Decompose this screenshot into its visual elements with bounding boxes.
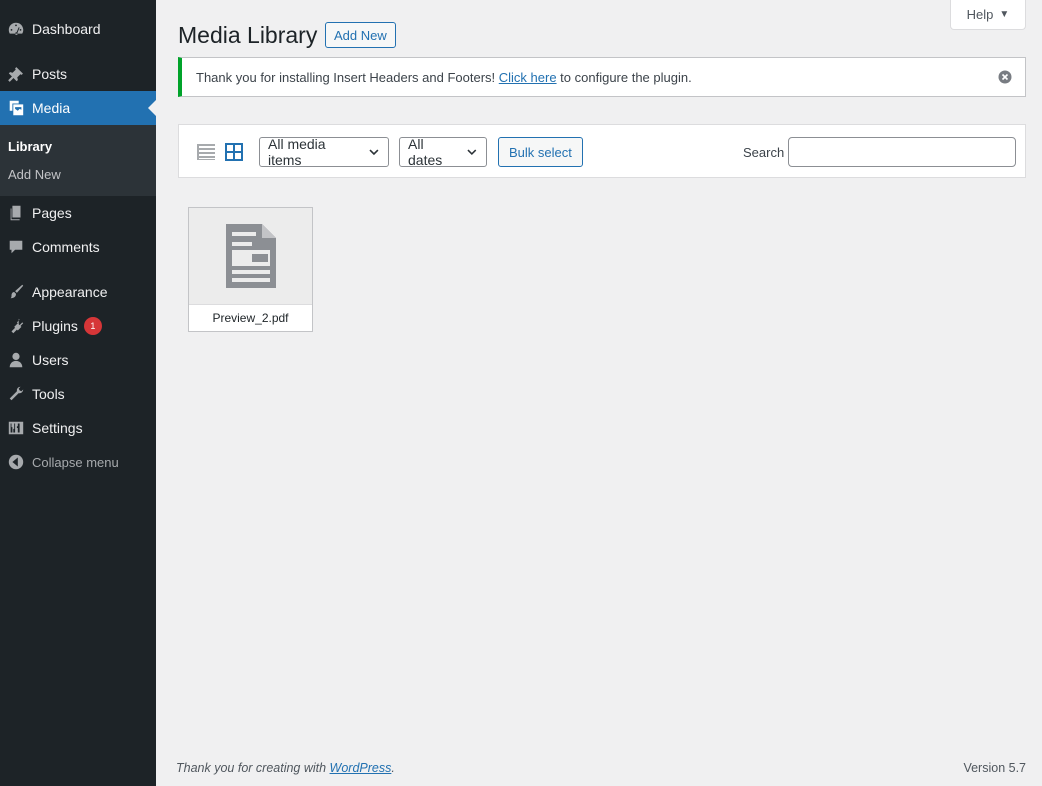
sidebar-item-dashboard[interactable]: Dashboard bbox=[0, 12, 156, 46]
media-type-filter-value: All media items bbox=[268, 136, 326, 168]
comment-icon bbox=[0, 230, 32, 264]
submenu-item-add-new[interactable]: Add New bbox=[8, 167, 61, 182]
sidebar-item-label: Plugins bbox=[32, 318, 78, 334]
chevron-down-icon bbox=[467, 149, 477, 156]
sidebar-item-label: Comments bbox=[32, 239, 100, 255]
media-toolbar: All media items All dates Bulk select Se… bbox=[178, 124, 1026, 178]
help-label: Help bbox=[966, 7, 994, 22]
sidebar-item-label: Dashboard bbox=[32, 21, 101, 37]
pages-icon bbox=[0, 196, 32, 230]
sidebar-item-appearance[interactable]: Appearance bbox=[0, 275, 156, 309]
settings-sliders-icon bbox=[0, 411, 32, 445]
wrench-icon bbox=[0, 377, 32, 411]
admin-sidebar: Dashboard Posts Media Library Add New Pa… bbox=[0, 0, 156, 786]
sidebar-item-label: Media bbox=[32, 100, 71, 116]
collapse-arrow-icon bbox=[0, 445, 32, 479]
sidebar-item-label: Appearance bbox=[32, 284, 108, 300]
notice-text-before: Thank you for installing Insert Headers … bbox=[196, 69, 499, 85]
notice-text-after: to configure the plugin. bbox=[556, 69, 692, 85]
attachment-thumbnail bbox=[189, 208, 312, 304]
user-icon bbox=[0, 343, 32, 377]
pushpin-icon bbox=[0, 57, 32, 91]
search-label: Search bbox=[743, 145, 785, 160]
dashboard-icon bbox=[0, 12, 32, 46]
sidebar-item-label: Users bbox=[32, 352, 69, 368]
sidebar-item-media[interactable]: Media bbox=[0, 91, 156, 125]
sidebar-item-pages[interactable]: Pages bbox=[0, 196, 156, 230]
dismiss-icon[interactable] bbox=[998, 70, 1012, 84]
media-submenu: Library Add New bbox=[0, 125, 156, 196]
footer-version: Version 5.7 bbox=[963, 761, 1026, 775]
date-filter-value: All dates bbox=[408, 136, 443, 168]
notice-configure-link[interactable]: Click here bbox=[499, 70, 557, 85]
media-icon bbox=[0, 91, 32, 125]
caret-down-icon: ▼ bbox=[999, 9, 1010, 20]
plugin-icon bbox=[0, 309, 32, 343]
page-title: Media Library bbox=[178, 22, 318, 48]
attachment-filename: Preview_2.pdf bbox=[189, 304, 312, 331]
list-view-icon[interactable] bbox=[196, 142, 216, 162]
plugin-updates-badge: 1 bbox=[83, 317, 102, 335]
collapse-menu-button[interactable]: Collapse menu bbox=[0, 445, 156, 479]
media-type-filter[interactable]: All media items bbox=[259, 136, 389, 168]
sidebar-item-label: Tools bbox=[32, 386, 65, 402]
submenu-item-library[interactable]: Library bbox=[8, 139, 52, 154]
sidebar-item-settings[interactable]: Settings bbox=[0, 411, 156, 445]
sidebar-item-label: Collapse menu bbox=[32, 454, 119, 470]
sidebar-item-label: Posts bbox=[32, 66, 68, 82]
footer-thanks-text: Thank you for creating with bbox=[176, 761, 330, 775]
sidebar-item-posts[interactable]: Posts bbox=[0, 57, 156, 91]
chevron-down-icon bbox=[369, 149, 379, 156]
footer-thanks-end: . bbox=[391, 761, 395, 775]
footer-thanks: Thank you for creating with WordPress. bbox=[176, 761, 395, 775]
sidebar-item-label: Pages bbox=[32, 205, 72, 221]
document-icon bbox=[225, 224, 276, 288]
bulk-select-button[interactable]: Bulk select bbox=[498, 137, 583, 167]
paintbrush-icon bbox=[0, 275, 32, 309]
sidebar-item-comments[interactable]: Comments bbox=[0, 230, 156, 264]
sidebar-item-plugins[interactable]: Plugins 1 bbox=[0, 309, 156, 343]
attachment-tile[interactable]: Preview_2.pdf bbox=[188, 207, 313, 332]
help-tab-button[interactable]: Help ▼ bbox=[950, 0, 1026, 30]
wordpress-link[interactable]: WordPress bbox=[330, 761, 392, 775]
search-input[interactable] bbox=[788, 137, 1016, 167]
sidebar-item-users[interactable]: Users bbox=[0, 343, 156, 377]
grid-view-icon[interactable] bbox=[224, 142, 244, 162]
add-new-button[interactable]: Add New bbox=[325, 22, 396, 48]
date-filter[interactable]: All dates bbox=[399, 136, 487, 168]
sidebar-item-tools[interactable]: Tools bbox=[0, 377, 156, 411]
plugin-notice: Thank you for installing Insert Headers … bbox=[178, 57, 1026, 97]
sidebar-item-label: Settings bbox=[32, 420, 83, 436]
